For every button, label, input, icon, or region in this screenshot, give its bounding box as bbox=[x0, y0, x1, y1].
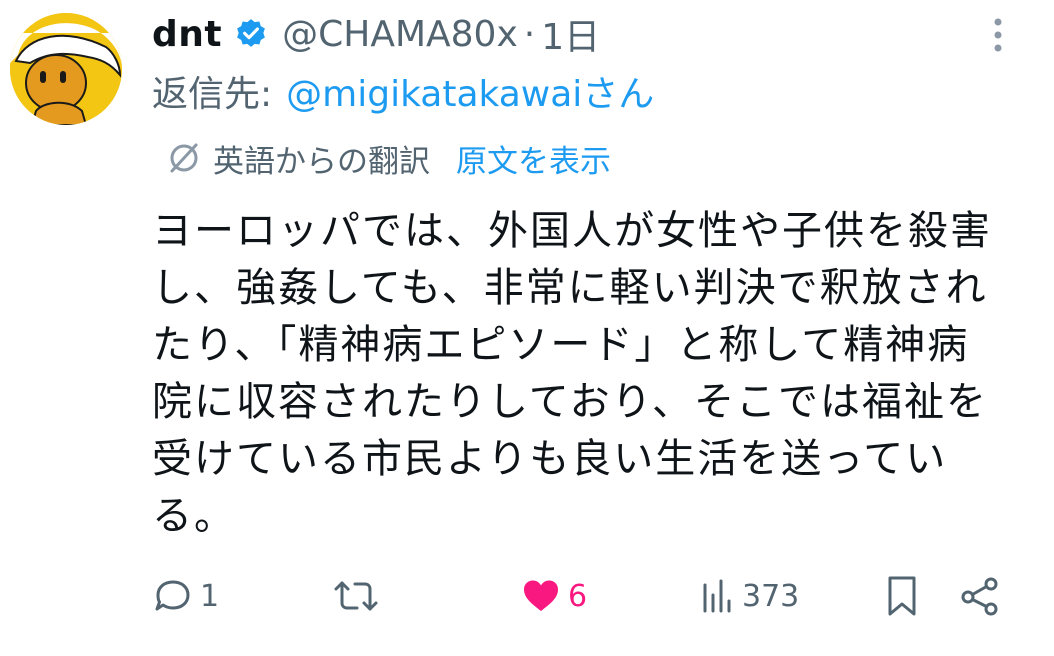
tweet-header: dnt @CHAMA80x · 1日 bbox=[152, 8, 600, 60]
tweet-text-line: たり、「精神病エピソード」と称して精神病 bbox=[152, 322, 970, 368]
more-options-icon[interactable] bbox=[985, 16, 1011, 56]
views-button[interactable]: 373 bbox=[700, 572, 799, 620]
reply-button[interactable]: 1 bbox=[152, 572, 219, 620]
tweet-actions: 1 6 373 bbox=[0, 572, 1054, 620]
tweet-time[interactable]: 1日 bbox=[541, 8, 600, 60]
bookmark-button[interactable] bbox=[884, 572, 920, 620]
tweet-text-line: 受けている市民よりも良い生活を送ってい bbox=[152, 436, 948, 482]
like-button[interactable]: 6 bbox=[520, 572, 587, 620]
retweet-button[interactable] bbox=[333, 572, 385, 620]
tweet-text: ヨーロッパでは、外国人が女性や子供を殺害 し、強姦しても、非常に軽い判決で釈放さ… bbox=[152, 203, 1012, 545]
views-count: 373 bbox=[742, 578, 800, 614]
avatar-image bbox=[10, 13, 122, 125]
reply-icon bbox=[152, 575, 194, 617]
replying-to-link[interactable]: @migikatakawaiさん bbox=[286, 65, 654, 117]
avatar[interactable] bbox=[10, 13, 122, 125]
replying-to: 返信先: @migikatakawaiさん bbox=[152, 65, 654, 117]
like-count: 6 bbox=[568, 578, 588, 614]
retweet-icon bbox=[333, 575, 379, 617]
share-button[interactable] bbox=[960, 572, 1000, 620]
display-name[interactable]: dnt bbox=[152, 14, 222, 55]
translate-icon bbox=[165, 139, 203, 177]
heart-icon bbox=[520, 575, 562, 617]
replying-to-label: 返信先: bbox=[152, 74, 273, 115]
verified-badge-icon[interactable] bbox=[234, 17, 268, 51]
reply-count: 1 bbox=[200, 578, 220, 614]
share-icon bbox=[960, 575, 1000, 617]
tweet-text-line: 院に収容されたりしており、そこでは福祉を bbox=[152, 379, 988, 425]
translated-from-label: 英語からの翻訳 bbox=[213, 143, 430, 180]
translation-info: 英語からの翻訳 原文を表示 bbox=[165, 135, 611, 181]
separator-dot: · bbox=[523, 13, 536, 55]
tweet-text-line: ヨーロッパでは、外国人が女性や子供を殺害 bbox=[152, 208, 992, 254]
bookmark-icon bbox=[884, 574, 920, 618]
bar-chart-icon bbox=[700, 575, 736, 617]
tweet-text-line: る。 bbox=[152, 493, 236, 539]
show-original-link[interactable]: 原文を表示 bbox=[456, 136, 611, 181]
user-handle[interactable]: @CHAMA80x bbox=[282, 14, 518, 55]
tweet-text-line: し、強姦しても、非常に軽い判決で釈放され bbox=[152, 265, 988, 311]
